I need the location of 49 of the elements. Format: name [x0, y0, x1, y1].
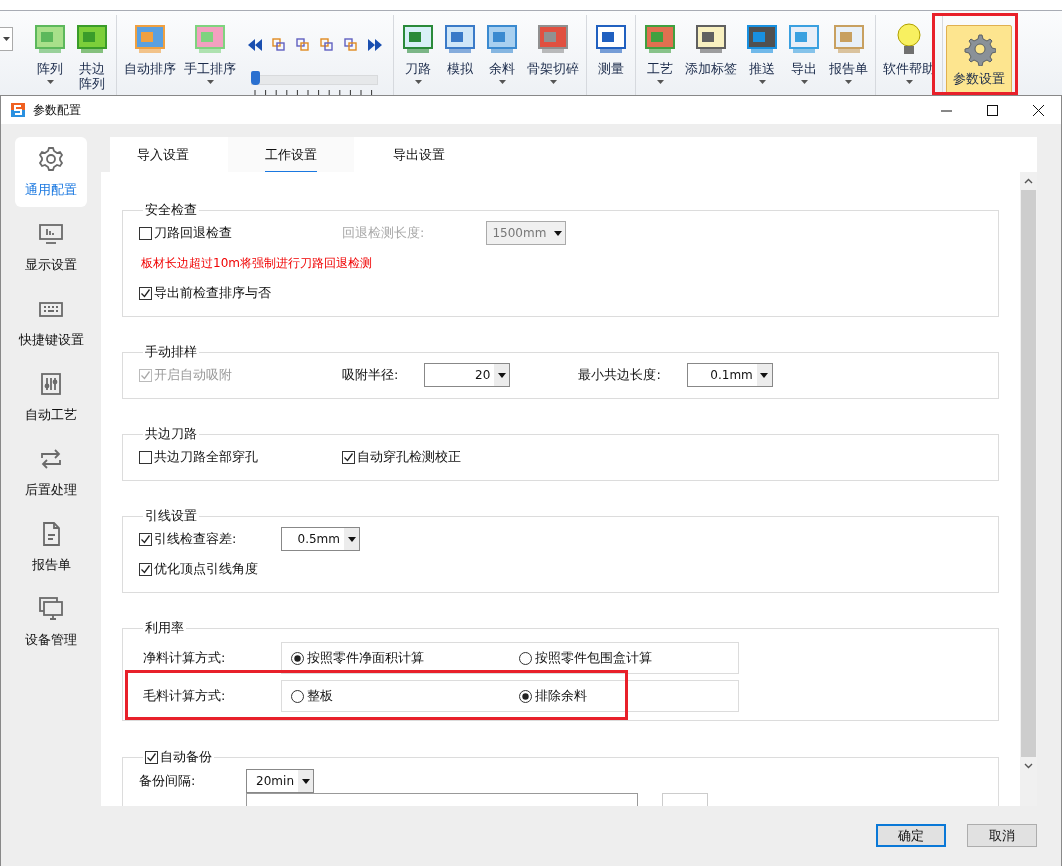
ribbon-button[interactable]: 参数设置	[946, 25, 1012, 95]
ribbon-button[interactable]: 共边 阵列	[71, 19, 113, 97]
ribbon-button[interactable]: 推送	[741, 19, 783, 97]
radio-button[interactable]: 按照零件净面积计算	[282, 649, 510, 667]
sidebar-item[interactable]: 显示设置	[15, 212, 87, 282]
warning-text: 板材长边超过10m将强制进行刀路回退检测	[141, 254, 372, 272]
checkbox[interactable]: 引线检查容差:	[139, 530, 281, 548]
radio-button[interactable]: 整板	[282, 687, 510, 705]
ribbon-button[interactable]: 余料	[481, 19, 523, 97]
group-title: 手动排样	[145, 344, 197, 359]
field-label: 回退检测长度:	[342, 224, 425, 242]
ribbon-button[interactable]: 模拟	[439, 19, 481, 97]
window-title: 参数配置	[33, 101, 81, 119]
dropdown-field[interactable]: 20	[424, 363, 511, 387]
group-title: 安全检查	[145, 202, 197, 217]
ribbon-button[interactable]: 导出	[783, 19, 825, 97]
checkbox[interactable]: 导出前检查排序与否	[139, 284, 342, 302]
checkbox[interactable]: 优化顶点引线角度	[139, 560, 342, 578]
checkbox[interactable]: 自动备份	[145, 748, 212, 766]
checkbox[interactable]: 刀路回退检查	[139, 224, 342, 242]
dialog-button[interactable]: 取消	[967, 824, 1037, 847]
dialog-button[interactable]: 确定	[876, 824, 946, 847]
field-label: 毛料计算方式:	[142, 687, 227, 705]
dropdown-field[interactable]: 20min	[246, 769, 314, 793]
field-label: 吸附半径:	[342, 366, 399, 384]
ribbon-button[interactable]: 刀路	[397, 19, 439, 97]
checkbox[interactable]: 共边刀路全部穿孔	[139, 448, 342, 466]
field-label: 最小共边长度:	[578, 366, 661, 384]
radio-button[interactable]: 按照零件包围盒计算	[510, 649, 738, 667]
ribbon-button[interactable]: 工艺	[639, 19, 681, 97]
sidebar-item[interactable]: 自动工艺	[15, 362, 87, 432]
group-title: 利用率	[145, 620, 184, 635]
tab[interactable]: 工作设置	[228, 137, 354, 172]
sidebar-item[interactable]: 快捷键设置	[15, 287, 87, 357]
group-title: 共边刀路	[145, 426, 197, 441]
group-title: 引线设置	[145, 508, 197, 523]
ribbon-button[interactable]: 测量	[590, 19, 632, 97]
dropdown-field[interactable]: 0.1mm	[686, 363, 773, 387]
checkbox[interactable]: 自动穿孔检测校正	[342, 448, 461, 466]
sidebar-item[interactable]: 报告单	[15, 512, 87, 582]
sidebar-item[interactable]: 设备管理	[15, 587, 87, 657]
sidebar-item[interactable]: 通用配置	[15, 137, 87, 207]
ribbon-button[interactable]: 阵列	[29, 19, 71, 97]
radio-button[interactable]: 排除余料	[510, 687, 738, 705]
field-label: 备份间隔:	[139, 772, 197, 790]
field-label: 净料计算方式:	[142, 649, 227, 667]
dropdown-field[interactable]: 0.5mm	[281, 527, 360, 551]
sidebar-item[interactable]: 后置处理	[15, 437, 87, 507]
ribbon-button[interactable]: 报告单	[825, 19, 872, 97]
